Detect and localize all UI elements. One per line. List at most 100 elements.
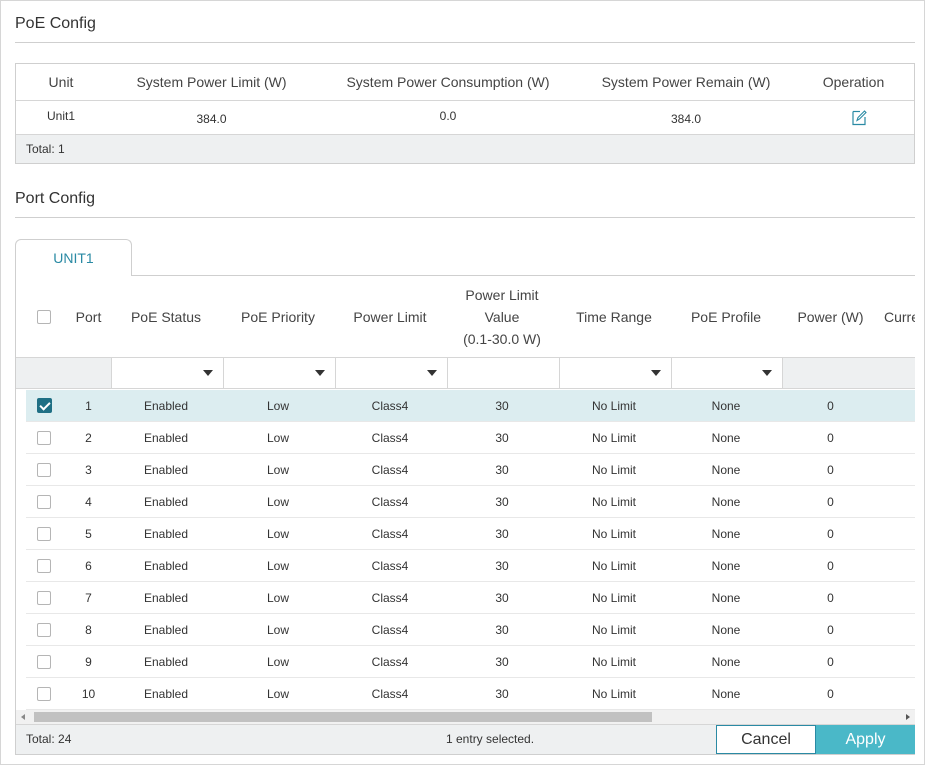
power-limit-cell: Class4 bbox=[371, 590, 409, 605]
port-config-title: Port Config bbox=[15, 190, 96, 207]
port-cell: 2 bbox=[85, 430, 92, 445]
row-checkbox[interactable] bbox=[32, 678, 56, 709]
row-checkbox[interactable] bbox=[32, 422, 56, 453]
port-cell: 8 bbox=[85, 622, 92, 637]
checkbox-box bbox=[37, 558, 51, 573]
poe-status-cell: Enabled bbox=[143, 654, 189, 669]
col-system-power-consumption: System Power Consumption (W) bbox=[346, 74, 550, 90]
power-limit-value-cell: 30 bbox=[495, 462, 509, 477]
poe-profile-cell: None bbox=[711, 558, 741, 573]
poe-profile-cell: None bbox=[711, 526, 741, 541]
power-limit-cell: Class4 bbox=[371, 686, 409, 701]
poe-profile-cell: None bbox=[711, 686, 741, 701]
chevron-down-icon bbox=[203, 370, 213, 376]
port-cell: 3 bbox=[85, 462, 92, 477]
power-cell: 0 bbox=[827, 654, 834, 669]
col-power-limit-value: Power Limit Value (0.1-30.0 W) bbox=[447, 276, 557, 357]
col-port: Port bbox=[75, 308, 102, 325]
apply-button[interactable]: Apply bbox=[816, 725, 915, 754]
table-row[interactable]: 7 Enabled Low Class4 30 No Limit None 0 bbox=[26, 582, 915, 614]
select-all-checkbox[interactable] bbox=[32, 276, 56, 357]
col-current: Current bbox=[884, 308, 915, 325]
row-checkbox[interactable] bbox=[32, 614, 56, 645]
power-limit-value-cell: 30 bbox=[495, 430, 509, 445]
edit-icon bbox=[851, 110, 867, 126]
table-row[interactable]: 8 Enabled Low Class4 30 No Limit None 0 bbox=[26, 614, 915, 646]
power-limit-cell: Class4 bbox=[371, 462, 409, 477]
table-row[interactable]: 5 Enabled Low Class4 30 No Limit None 0 bbox=[26, 518, 915, 550]
poe-profile-cell: None bbox=[711, 462, 741, 477]
tab-unit1[interactable]: UNIT1 bbox=[15, 239, 132, 276]
poe-status-filter-select[interactable] bbox=[111, 358, 223, 388]
time-range-cell: No Limit bbox=[591, 590, 636, 605]
cancel-button[interactable]: Cancel bbox=[716, 725, 816, 754]
horizontal-scrollbar[interactable] bbox=[16, 710, 915, 724]
table-row[interactable]: 10 Enabled Low Class4 30 No Limit None 0 bbox=[26, 678, 915, 710]
table-row[interactable]: 6 Enabled Low Class4 30 No Limit None 0 bbox=[26, 550, 915, 582]
table-row[interactable]: 1 Enabled Low Class4 30 No Limit None 0 bbox=[26, 390, 915, 422]
poe-profile-cell: None bbox=[711, 430, 741, 445]
table-row[interactable]: 2 Enabled Low Class4 30 No Limit None 0 bbox=[26, 422, 915, 454]
col-poe-profile: PoE Profile bbox=[690, 308, 762, 325]
col-poe-priority: PoE Priority bbox=[241, 308, 315, 325]
power-cell: 0 bbox=[827, 622, 834, 637]
checkbox-box bbox=[37, 309, 51, 324]
poe-config-divider bbox=[15, 42, 915, 43]
power-cell: 0 bbox=[827, 558, 834, 573]
table-row[interactable]: 4 Enabled Low Class4 30 No Limit None 0 bbox=[26, 486, 915, 518]
chevron-down-icon bbox=[427, 370, 437, 376]
port-cell: 10 bbox=[81, 686, 96, 701]
port-config-divider bbox=[15, 217, 915, 218]
port-table-footer: Total: 24 1 entry selected. Cancel Apply bbox=[16, 724, 915, 754]
table-row[interactable]: 3 Enabled Low Class4 30 No Limit None 0 bbox=[26, 454, 915, 486]
time-range-cell: No Limit bbox=[591, 686, 636, 701]
table-row[interactable]: 9 Enabled Low Class4 30 No Limit None 0 bbox=[26, 646, 915, 678]
row-checkbox[interactable] bbox=[32, 518, 56, 549]
time-range-cell: No Limit bbox=[591, 654, 636, 669]
power-limit-value-cell: 30 bbox=[495, 494, 509, 509]
power-limit-filter-select[interactable] bbox=[335, 358, 447, 388]
row-checkbox[interactable] bbox=[32, 390, 56, 421]
checkmark-icon bbox=[36, 398, 52, 413]
power-limit-value-cell: 30 bbox=[495, 686, 509, 701]
chevron-down-icon bbox=[762, 370, 772, 376]
chevron-down-icon bbox=[651, 370, 661, 376]
poe-profile-cell: None bbox=[711, 398, 741, 413]
scroll-left-icon[interactable] bbox=[21, 714, 25, 720]
checkbox-box bbox=[37, 494, 51, 509]
scroll-thumb[interactable] bbox=[34, 712, 652, 722]
col-power-limit-value-line2: Value bbox=[484, 308, 520, 325]
port-cell: 7 bbox=[85, 590, 92, 605]
poe-priority-filter-select[interactable] bbox=[223, 358, 335, 388]
row-checkbox[interactable] bbox=[32, 582, 56, 613]
poe-priority-cell: Low bbox=[266, 622, 289, 637]
port-cell: 9 bbox=[85, 654, 92, 669]
row-checkbox[interactable] bbox=[32, 646, 56, 677]
port-cell: 4 bbox=[85, 494, 92, 509]
poe-priority-cell: Low bbox=[266, 558, 289, 573]
edit-button[interactable] bbox=[793, 101, 924, 134]
poe-status-cell: Enabled bbox=[143, 430, 189, 445]
row-checkbox[interactable] bbox=[32, 486, 56, 517]
filter-row bbox=[16, 357, 915, 389]
col-unit: Unit bbox=[48, 74, 74, 90]
poe-priority-cell: Low bbox=[266, 462, 289, 477]
checkbox-box bbox=[37, 462, 51, 477]
checkbox-box bbox=[37, 526, 51, 541]
scroll-right-icon[interactable] bbox=[906, 714, 910, 720]
row-checkbox[interactable] bbox=[32, 454, 56, 485]
poe-profile-filter-select[interactable] bbox=[671, 358, 783, 388]
row-checkbox[interactable] bbox=[32, 550, 56, 581]
poe-status-cell: Enabled bbox=[143, 590, 189, 605]
port-table-header: Port PoE Status PoE Priority Power Limit… bbox=[16, 276, 915, 357]
power-cell: 0 bbox=[827, 686, 834, 701]
time-range-filter-select[interactable] bbox=[559, 358, 671, 388]
port-cell: 1 bbox=[85, 398, 92, 413]
power-limit-cell: Class4 bbox=[371, 494, 409, 509]
poe-status-cell: Enabled bbox=[143, 398, 189, 413]
poe-config-title: PoE Config bbox=[15, 15, 96, 32]
table-row: Unit1 384.0 0.0 384.0 bbox=[16, 101, 914, 135]
time-range-cell: No Limit bbox=[591, 526, 636, 541]
poe-status-cell: Enabled bbox=[143, 558, 189, 573]
power-limit-value-filter-input[interactable] bbox=[447, 358, 559, 388]
